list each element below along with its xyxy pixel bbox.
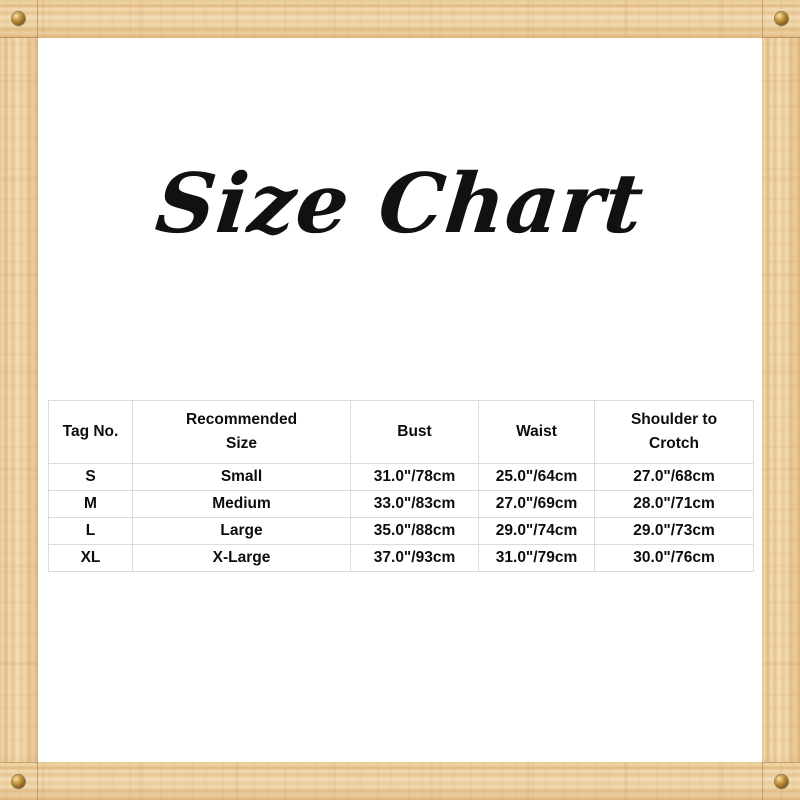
- cell-tag: M: [48, 490, 133, 518]
- cell-bust: 37.0"/93cm: [350, 544, 479, 572]
- column-header-shoulder-to-crotch-line1: Shoulder to: [630, 410, 718, 428]
- cell-waist: 25.0"/64cm: [478, 463, 595, 491]
- cell-waist: 31.0"/79cm: [478, 544, 595, 572]
- cell-shoulder-to-crotch: 27.0"/68cm: [594, 463, 754, 491]
- corner-stud-top-left-icon: [12, 12, 25, 25]
- table-row: S Small 31.0"/78cm 25.0"/64cm 27.0"/68cm: [48, 463, 754, 491]
- cell-tag: XL: [48, 544, 133, 572]
- table-row: M Medium 33.0"/83cm 27.0"/69cm 28.0"/71c…: [48, 490, 754, 518]
- cell-waist: 29.0"/74cm: [478, 517, 595, 545]
- chart-canvas: Size Chart Tag No. Recommended Size Bust…: [38, 38, 762, 762]
- column-header-waist-line1: Waist: [516, 422, 557, 440]
- cell-tag: L: [48, 517, 133, 545]
- column-header-shoulder-to-crotch: Shoulder to Crotch: [594, 400, 754, 464]
- column-header-shoulder-to-crotch-line2: Crotch: [649, 435, 699, 452]
- cell-waist: 27.0"/69cm: [478, 490, 595, 518]
- cell-bust: 35.0"/88cm: [350, 517, 479, 545]
- column-header-recommended-size-line1: Recommended: [185, 410, 298, 428]
- corner-stud-bottom-left-icon: [12, 775, 25, 788]
- column-header-waist: Waist: [478, 400, 595, 464]
- cell-recommended: Medium: [132, 490, 351, 518]
- column-header-tag-no-line1: Tag No.: [62, 422, 119, 440]
- size-chart-page: Size Chart Tag No. Recommended Size Bust…: [0, 0, 800, 800]
- table-row: XL X-Large 37.0"/93cm 31.0"/79cm 30.0"/7…: [48, 544, 754, 572]
- column-header-recommended-size: Recommended Size: [132, 400, 351, 464]
- table-header: Tag No. Recommended Size Bust Waist Shou…: [48, 400, 754, 464]
- size-chart-table: Tag No. Recommended Size Bust Waist Shou…: [48, 400, 754, 572]
- cell-recommended: X-Large: [132, 544, 351, 572]
- corner-stud-bottom-right-icon: [775, 775, 788, 788]
- page-title: Size Chart: [151, 156, 649, 252]
- table-body: S Small 31.0"/78cm 25.0"/64cm 27.0"/68cm…: [48, 463, 754, 572]
- column-header-recommended-size-line2: Size: [225, 435, 257, 452]
- corner-stud-top-right-icon: [775, 12, 788, 25]
- cell-shoulder-to-crotch: 28.0"/71cm: [594, 490, 754, 518]
- column-header-bust-line1: Bust: [397, 422, 432, 440]
- frame-right-rail: [762, 38, 800, 762]
- cell-bust: 31.0"/78cm: [350, 463, 479, 491]
- cell-shoulder-to-crotch: 30.0"/76cm: [594, 544, 754, 572]
- cell-tag: S: [48, 463, 133, 491]
- cell-bust: 33.0"/83cm: [350, 490, 479, 518]
- column-header-bust: Bust: [350, 400, 479, 464]
- cell-recommended: Large: [132, 517, 351, 545]
- column-header-tag-no: Tag No.: [48, 400, 133, 464]
- cell-recommended: Small: [132, 463, 351, 491]
- cell-shoulder-to-crotch: 29.0"/73cm: [594, 517, 754, 545]
- frame-left-rail: [0, 38, 38, 762]
- frame-bottom-rail: [0, 762, 800, 800]
- frame-top-rail: [0, 0, 800, 38]
- table-header-row: Tag No. Recommended Size Bust Waist Shou…: [48, 400, 754, 464]
- table-row: L Large 35.0"/88cm 29.0"/74cm 29.0"/73cm: [48, 517, 754, 545]
